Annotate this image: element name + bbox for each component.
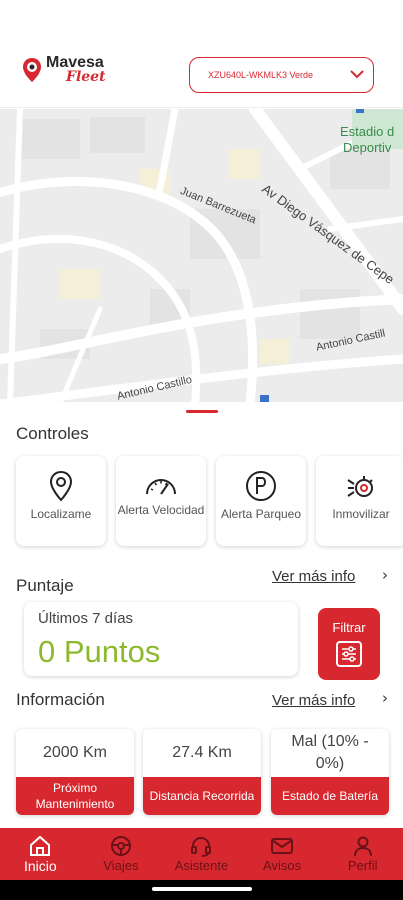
map-label-stadium-2: Deportiv <box>343 140 392 155</box>
chevron-right-icon: › <box>382 689 388 707</box>
info-card-battery: Mal (10% - 0%) Estado de Batería <box>271 729 389 815</box>
brand-subtitle: Fleet <box>66 69 106 85</box>
bottom-nav: Inicio Viajes Asistente Avisos Perfil <box>0 828 403 880</box>
distance-label: Distancia Recorrida <box>143 777 261 815</box>
locate-button[interactable]: Localizame <box>16 456 106 546</box>
nav-trips-label: Viajes <box>103 858 139 873</box>
engine-immobilize-icon <box>347 476 373 497</box>
map-view[interactable]: Av Diego Vásquez de Cepe Estadio d Depor… <box>0 109 403 404</box>
locate-label: Localizame <box>30 507 92 521</box>
nav-profile[interactable]: Perfil <box>322 828 403 880</box>
mail-icon <box>271 838 294 854</box>
chevron-right-icon: › <box>382 566 388 584</box>
brand-name: Mavesa <box>46 54 104 71</box>
nav-profile-label: Perfil <box>347 858 378 873</box>
immobilize-label: Inmovilizar <box>332 507 390 521</box>
location-pin-icon <box>49 470 73 502</box>
maintenance-label: Próximo Mantenimiento <box>16 777 134 815</box>
gesture-bar <box>0 880 403 900</box>
headset-icon <box>191 837 212 857</box>
info-card-distance: 27.4 Km Distancia Recorrida <box>143 729 261 815</box>
bottom-sheet: Controles Localizame Alerta Velocidad Al… <box>0 402 403 832</box>
speed-alert-label: Alerta Velocidad <box>117 503 205 517</box>
info-title: Información <box>16 690 105 709</box>
maintenance-value: 2000 Km <box>42 744 108 761</box>
distance-value: 27.4 Km <box>172 744 232 761</box>
nav-alerts-label: Avisos <box>263 858 302 873</box>
nav-trips[interactable]: Viajes <box>81 828 162 880</box>
nav-alerts[interactable]: Avisos <box>242 828 323 880</box>
home-icon <box>30 835 51 856</box>
logo-pin-icon <box>23 58 41 82</box>
vehicle-selector[interactable]: XZU640L-WKMLK3 Verde <box>189 57 374 93</box>
user-icon <box>353 836 372 857</box>
filter-sliders-icon <box>336 641 362 667</box>
header: Mavesa Fleet XZU640L-WKMLK3 Verde <box>0 40 403 108</box>
immobilize-button[interactable]: Inmovilizar <box>316 456 403 546</box>
home-indicator[interactable] <box>152 887 252 891</box>
chevron-down-icon <box>350 70 364 79</box>
score-period: Últimos 7 días <box>38 610 134 627</box>
steering-wheel-icon <box>110 836 131 856</box>
score-value: 0 Puntos <box>38 634 161 669</box>
battery-value: Mal (10% - 0%) <box>291 733 369 772</box>
parking-icon <box>246 471 276 501</box>
score-card: Últimos 7 días 0 Puntos <box>24 602 298 676</box>
nav-home-label: Inicio <box>23 858 57 874</box>
speed-alert-button[interactable]: Alerta Velocidad <box>116 456 206 546</box>
parking-alert-label: Alerta Parqueo <box>220 507 302 521</box>
status-bar <box>0 0 403 40</box>
nav-assistant-label: Asistente <box>174 858 229 873</box>
filter-button[interactable]: Filtrar <box>318 608 380 680</box>
sheet-handle[interactable] <box>186 410 218 413</box>
map-label-stadium: Estadio d <box>340 124 395 139</box>
parking-alert-button[interactable]: Alerta Parqueo <box>216 456 306 546</box>
vehicle-selector-value: XZU640L-WKMLK3 Verde <box>208 70 314 80</box>
app-screen: Mavesa Fleet XZU640L-WKMLK3 Verde Av Die… <box>0 40 403 880</box>
brand-logo: Mavesa Fleet <box>22 54 106 85</box>
speedometer-icon <box>146 479 176 495</box>
battery-label: Estado de Batería <box>271 777 389 815</box>
info-more-link[interactable]: Ver más info <box>272 692 355 709</box>
controls-title: Controles <box>16 424 89 443</box>
score-title: Puntaje <box>16 576 74 595</box>
nav-assistant[interactable]: Asistente <box>161 828 242 880</box>
nav-home[interactable]: Inicio <box>0 828 81 880</box>
filter-label: Filtrar <box>332 620 366 635</box>
info-card-maintenance: 2000 Km Próximo Mantenimiento <box>16 729 134 815</box>
score-more-link[interactable]: Ver más info <box>272 568 355 585</box>
